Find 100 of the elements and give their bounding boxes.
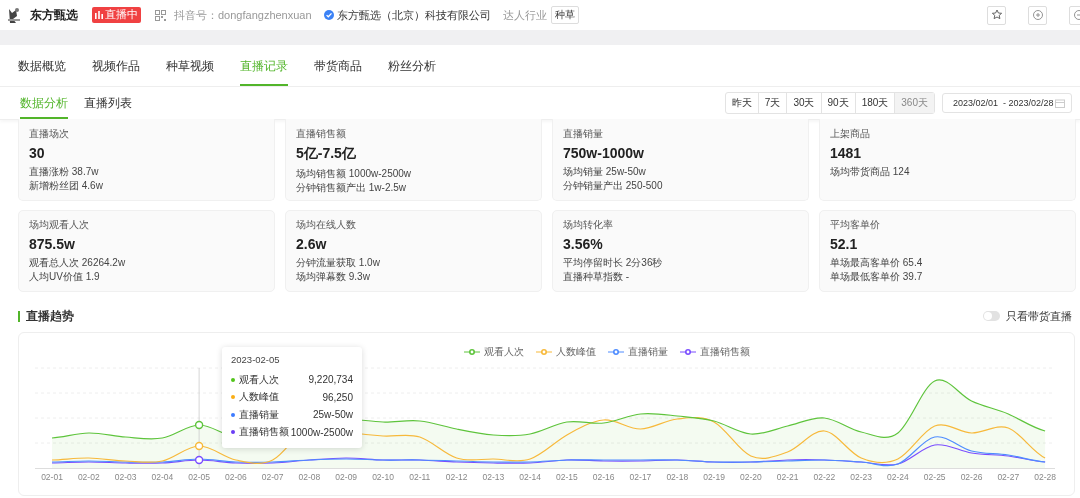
axis-label: 02-06 (225, 472, 247, 482)
tooltip-value: 96,250 (322, 391, 353, 403)
axis-label: 02-20 (739, 472, 762, 482)
metric-title: 场均在线人数 (296, 218, 357, 232)
axis-label: 02-18 (666, 472, 689, 482)
metric-title: 场均转化率 (563, 218, 614, 232)
live-badge: 直播中 (92, 7, 141, 23)
metric-value: 52.1 (830, 236, 859, 252)
qr-code-icon[interactable] (155, 9, 166, 21)
tooltip-value: 9,220,734 (308, 374, 353, 386)
metric-detail: 单场最高客单价 65.4 (830, 256, 924, 270)
metric-detail: 场均销量 25w-50w (563, 165, 647, 179)
industry-label: 达人行业 (502, 7, 547, 23)
axis-label: 02-08 (298, 472, 321, 482)
metric-title: 场均观看人次 (29, 218, 90, 232)
period-button[interactable]: 7天 (757, 93, 787, 113)
tooltip-date: 2023-02-05 (231, 354, 281, 367)
metric-detail: 新增粉丝团 4.6w (29, 179, 104, 193)
metric-detail: 分钟销量产出 250-500 (563, 179, 664, 193)
tab[interactable]: 视频作品 (92, 46, 140, 86)
axis-label: 02-12 (445, 472, 468, 482)
metric-detail: 单场最低客单价 39.7 (830, 270, 924, 284)
metric-value: 1481 (830, 145, 863, 161)
axis-label: 02-07 (261, 472, 284, 482)
legend-item[interactable]: 观看人次 (463, 345, 524, 358)
metric-detail: 人均UV价值 1.9 (29, 270, 101, 284)
axis-label: 02-27 (997, 472, 1020, 482)
axis-label: 02-16 (592, 472, 615, 482)
axis-label: 02-28 (1034, 472, 1056, 482)
tooltip-label: 直播销售额 (239, 425, 290, 440)
tab[interactable]: 种草视频 (166, 46, 214, 86)
axis-label: 02-21 (776, 472, 799, 482)
legend-marker-icon (679, 347, 696, 356)
axis-label: 02-17 (629, 472, 652, 482)
metric-title: 直播销售额 (296, 127, 347, 141)
tooltip-value: 1000w-2500w (290, 426, 353, 438)
metric-detail: 场均弹幕数 9.3w (296, 270, 371, 284)
metric-detail: 直播种草指数 - (563, 270, 631, 284)
axis-label: 02-10 (372, 472, 394, 482)
axis-label: 02-11 (409, 472, 431, 482)
metric-detail: 平均停留时长 2分36秒 (563, 256, 664, 270)
axis-label: 02-04 (151, 472, 174, 482)
axis-label: 02-25 (923, 472, 946, 482)
metric-value: 875.5w (29, 236, 76, 252)
period-button[interactable]: 90天 (820, 93, 855, 113)
subtab[interactable]: 直播列表 (84, 87, 132, 119)
metric-detail: 分钟流量获取 1.0w (296, 256, 381, 270)
legend-marker-icon (607, 347, 624, 356)
calendar-icon (1055, 98, 1065, 108)
industry-tag: 种草 (550, 6, 579, 24)
axis-label: 02-23 (850, 472, 873, 482)
axis-label: 02-09 (335, 472, 358, 482)
legend-item[interactable]: 直播销量 (607, 345, 668, 358)
account-name: 东方甄选 (30, 6, 78, 24)
metric-detail: 观看总人次 26264.2w (29, 256, 127, 270)
verified-icon (323, 10, 334, 20)
section-title: 直播趋势 (26, 308, 74, 324)
axis-label: 02-19 (703, 472, 725, 482)
douyin-id: 抖音号：dongfangzhenxuan (174, 7, 312, 23)
metric-detail: 场均带货商品 124 (830, 165, 911, 179)
axis-label: 02-01 (41, 472, 63, 482)
axis-label: 02-24 (887, 472, 909, 482)
axis-label: 02-02 (77, 472, 100, 482)
axis-label: 02-14 (519, 472, 541, 482)
legend-item[interactable]: 人数峰值 (535, 345, 596, 358)
metric-title: 直播销量 (563, 127, 604, 141)
date-range-field[interactable]: 2023/02/01 - 2023/02/28 (942, 93, 1072, 113)
hover-point (194, 441, 204, 451)
tab[interactable]: 粉丝分析 (388, 46, 436, 86)
tooltip-label: 观看人次 (239, 372, 280, 387)
legend-item[interactable]: 直播销售额 (679, 345, 750, 358)
tooltip-label: 人数峰值 (239, 390, 280, 405)
legend-marker-icon (463, 347, 480, 356)
tab[interactable]: 数据概览 (18, 46, 66, 86)
metric-title: 上架商品 (830, 127, 871, 141)
hover-point (194, 420, 204, 430)
toggle-switch[interactable] (983, 311, 1000, 321)
axis-label: 02-13 (482, 472, 505, 482)
metric-title: 平均客单价 (830, 218, 881, 232)
tooltip-label: 直播销量 (239, 407, 280, 422)
axis-label: 02-05 (188, 472, 210, 482)
star-icon (990, 9, 1003, 21)
metric-title: 直播场次 (29, 127, 70, 141)
metric-detail: 场均销售额 1000w-2500w (296, 167, 413, 181)
metric-detail: 直播涨粉 38.7w (29, 165, 100, 179)
metric-value: 2.6w (296, 236, 328, 252)
metric-value: 3.56% (563, 236, 604, 252)
company-name: 东方甄选（北京）科技有限公司 (336, 7, 491, 23)
legend-marker-icon (535, 347, 552, 356)
period-button[interactable]: 昨天 (725, 93, 758, 113)
axis-label: 02-15 (556, 472, 578, 482)
hover-point (194, 455, 204, 465)
axis-label: 02-03 (114, 472, 137, 482)
tab[interactable]: 带货商品 (314, 46, 362, 86)
plus-circle-icon (1031, 9, 1044, 21)
metric-value: 5亿-7.5亿 (296, 145, 357, 163)
period-button[interactable]: 30天 (786, 93, 821, 113)
axis-label: 02-22 (813, 472, 836, 482)
plus-circle-button[interactable] (1028, 5, 1047, 25)
star-button[interactable] (987, 5, 1006, 25)
